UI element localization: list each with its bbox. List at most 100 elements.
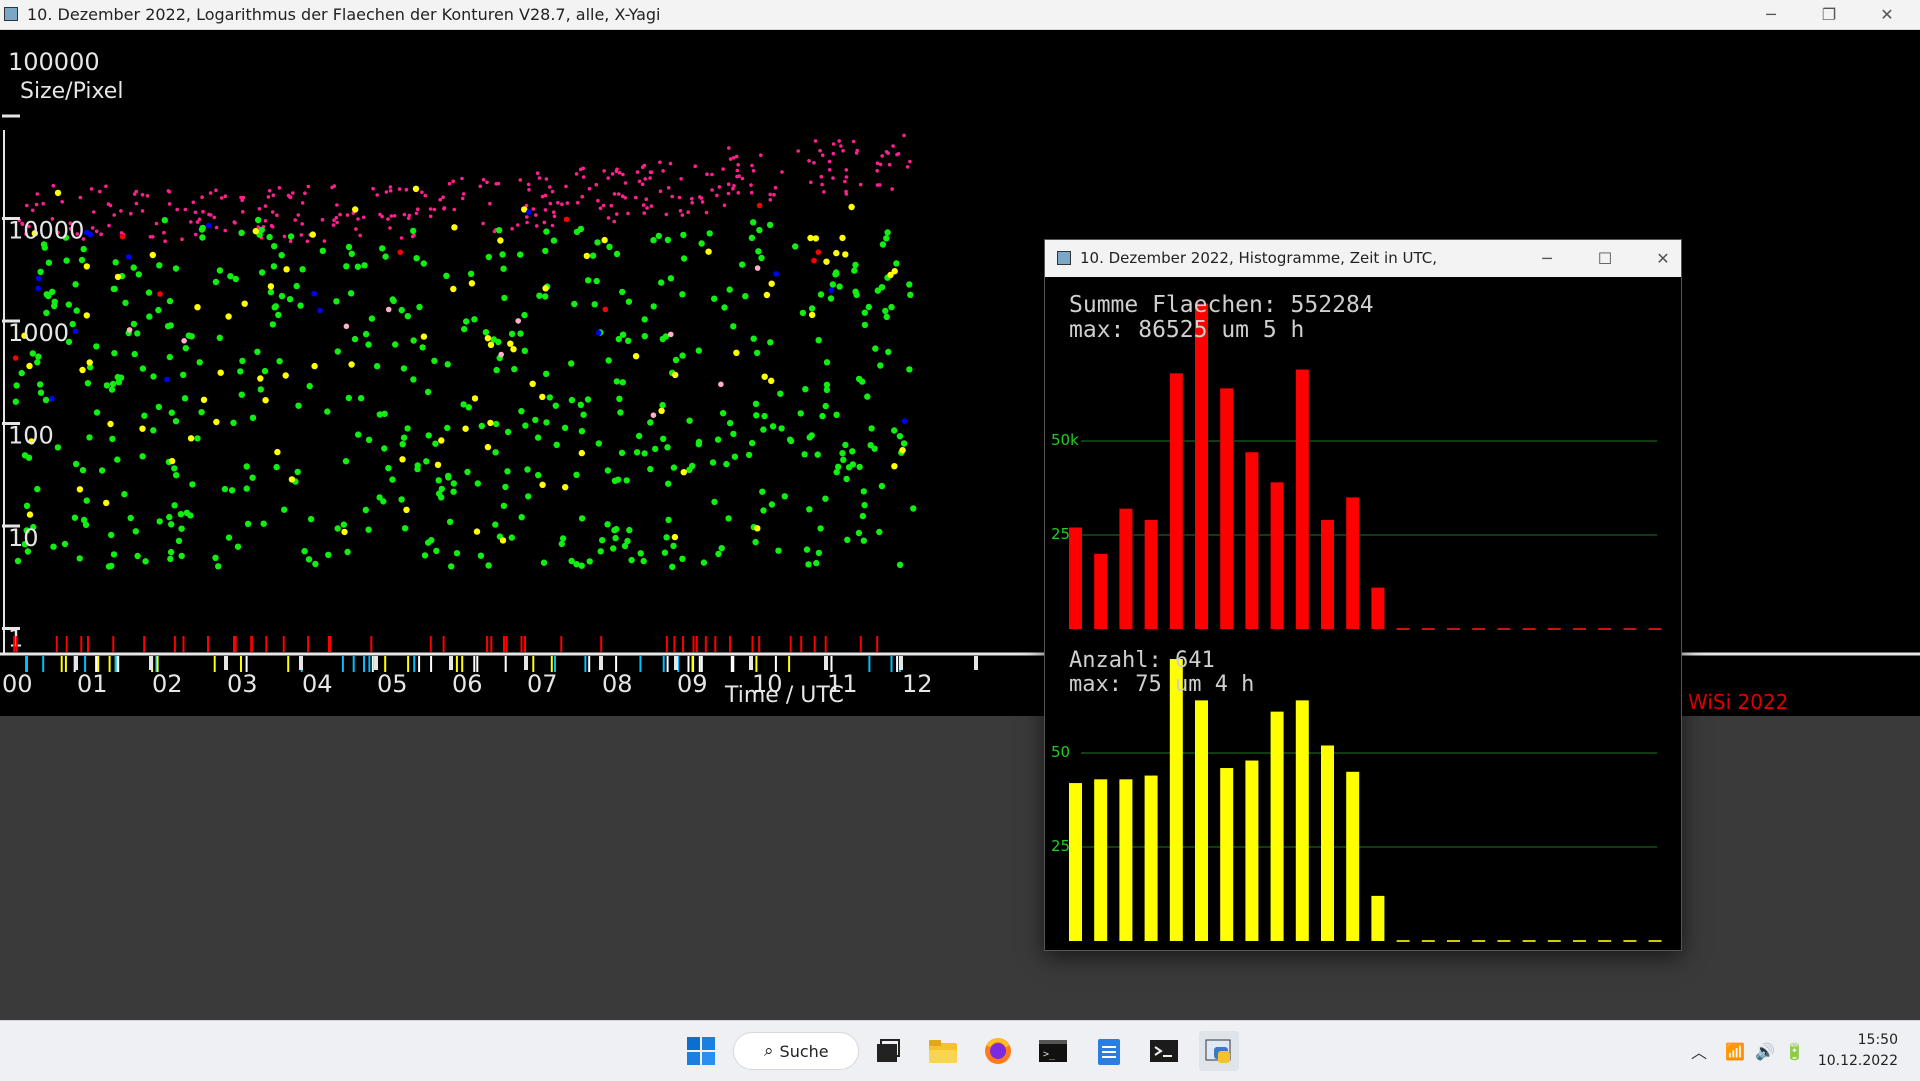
scatter-point — [610, 172, 615, 176]
histogram-close-button[interactable]: ✕ — [1640, 244, 1686, 273]
scatter-point — [587, 186, 592, 191]
count-bar — [1270, 711, 1284, 941]
histogram-maximize-button[interactable]: ☐ — [1582, 244, 1628, 273]
restore-button[interactable]: ❐ — [1806, 0, 1852, 29]
area-bar — [1270, 482, 1284, 629]
scatter-point — [806, 506, 813, 513]
scatter-point — [856, 463, 863, 471]
task-view-icon[interactable] — [868, 1031, 908, 1071]
scatter-point — [910, 505, 917, 512]
scatter-point — [515, 318, 521, 324]
scatter-point — [552, 214, 557, 219]
wifi-icon[interactable]: 📶 — [1725, 1042, 1745, 1061]
scatter-point — [368, 315, 376, 322]
scatter-point — [94, 229, 99, 234]
scatter-point — [868, 425, 875, 432]
scatter-point — [399, 441, 406, 448]
search-icon: ⌕ — [764, 1041, 774, 1061]
scatter-point — [338, 212, 342, 217]
scatter-point — [867, 442, 874, 449]
scatter-point — [883, 313, 890, 321]
terminal-icon[interactable]: >_ — [1033, 1031, 1073, 1071]
close-button[interactable]: ✕ — [1864, 0, 1910, 29]
scatter-point — [193, 232, 198, 237]
histogram-minimize-button[interactable]: ─ — [1524, 244, 1570, 273]
scatter-point — [855, 375, 863, 383]
area-bar — [1371, 587, 1385, 629]
scatter-point — [649, 204, 654, 208]
scatter-point — [517, 330, 524, 337]
scatter-point — [736, 163, 740, 167]
scatter-point — [398, 306, 405, 314]
scatter-point — [539, 481, 546, 488]
area-max: max: 86525 um 5 h — [1069, 317, 1304, 343]
scatter-point — [777, 390, 784, 397]
scatter-point — [71, 514, 79, 521]
scatter-point — [787, 437, 795, 445]
scatter-point — [163, 239, 167, 243]
scatter-point — [50, 543, 57, 550]
scatter-point — [389, 214, 394, 218]
scatter-point — [188, 333, 195, 340]
scatter-point — [438, 197, 443, 202]
scatter-point — [543, 228, 550, 235]
firefox-icon[interactable] — [978, 1031, 1018, 1071]
scatter-point — [658, 407, 665, 414]
scatter-point — [573, 228, 581, 236]
scatter-point — [171, 465, 178, 472]
scatter-point — [539, 393, 546, 401]
scatter-point — [263, 219, 268, 223]
python-app-icon[interactable] — [1199, 1031, 1239, 1071]
scatter-point — [69, 320, 76, 328]
scatter-point — [880, 154, 884, 158]
windows-start-icon[interactable] — [681, 1031, 721, 1071]
scatter-point — [908, 159, 912, 164]
scatter-point — [119, 209, 123, 213]
scatter-point — [354, 227, 358, 231]
scatter-point — [168, 457, 176, 465]
scatter-point — [814, 451, 821, 458]
scatter-point — [135, 271, 142, 278]
scatter-point — [281, 506, 288, 513]
area-bar — [1119, 508, 1133, 629]
scatter-point — [154, 221, 159, 226]
scatter-point — [715, 193, 719, 198]
scatter-point — [271, 193, 276, 197]
scatter-point — [905, 165, 910, 169]
search-box[interactable]: ⌕ Suche — [733, 1032, 859, 1070]
battery-icon[interactable]: 🔋 — [1785, 1042, 1805, 1061]
scatter-point — [86, 359, 93, 366]
count-bar — [1321, 745, 1334, 941]
notepad-icon[interactable] — [1089, 1031, 1129, 1071]
scatter-point — [679, 177, 683, 181]
scatter-point — [13, 382, 20, 389]
scatter-point — [558, 540, 565, 548]
scatter-point — [306, 184, 311, 189]
scatter-point — [500, 265, 507, 272]
console-icon[interactable] — [1144, 1031, 1184, 1071]
speaker-icon[interactable]: 🔊 — [1755, 1042, 1775, 1061]
scatter-point — [839, 450, 846, 457]
area-bar — [1220, 388, 1234, 629]
chevron-up-icon[interactable]: ︿ — [1691, 1039, 1707, 1063]
scatter-point — [12, 355, 19, 361]
scatter-point — [535, 171, 540, 175]
scatter-point — [182, 345, 189, 352]
scatter-point — [216, 334, 223, 341]
scatter-point — [721, 304, 728, 311]
file-explorer-icon[interactable] — [923, 1031, 963, 1071]
scatter-point — [189, 481, 196, 488]
scatter-point — [595, 440, 602, 447]
scatter-point — [167, 322, 174, 329]
scatter-point — [612, 192, 617, 196]
scatter-point — [26, 362, 33, 370]
scatter-point — [618, 449, 626, 457]
scatter-point — [714, 436, 722, 443]
minimize-button[interactable]: ─ — [1748, 0, 1794, 29]
x-tick-label: 09 — [677, 670, 708, 698]
clock[interactable]: 15:50 10.12.2022 — [1818, 1030, 1898, 1072]
scatter-point — [487, 419, 494, 427]
scatter-point — [257, 386, 264, 393]
scatter-point — [214, 225, 219, 230]
scatter-point — [150, 373, 157, 380]
